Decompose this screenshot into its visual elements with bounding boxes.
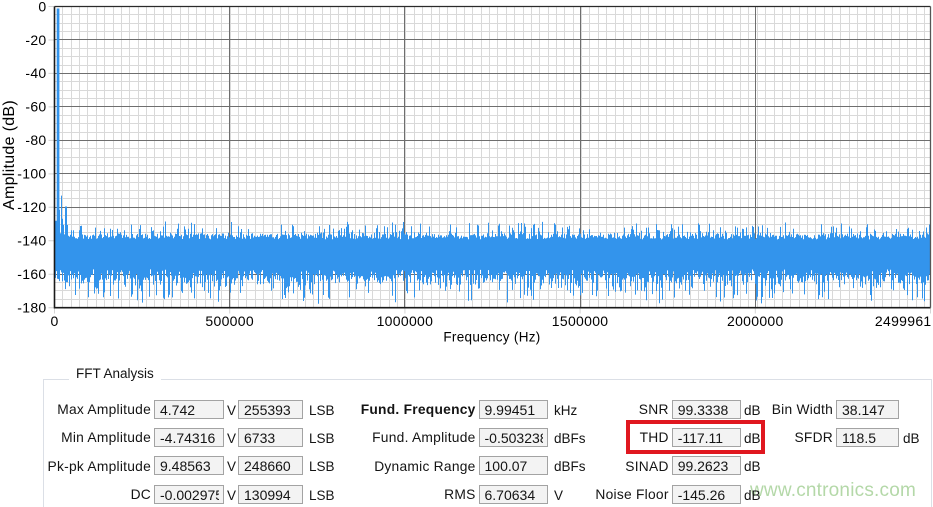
svg-text:Frequency (Hz): Frequency (Hz) (443, 330, 540, 345)
svg-text:0: 0 (50, 313, 58, 329)
svg-text:Amplitude (dB): Amplitude (dB) (1, 100, 18, 210)
svg-text:-140: -140 (17, 233, 46, 249)
svg-text:0: 0 (38, 0, 46, 14)
svg-text:-80: -80 (25, 132, 46, 148)
svg-text:1500000: 1500000 (552, 313, 609, 329)
svg-text:1000000: 1000000 (377, 313, 434, 329)
svg-text:-60: -60 (25, 99, 46, 115)
svg-text:-20: -20 (25, 32, 46, 48)
svg-text:500000: 500000 (205, 313, 254, 329)
svg-text:-120: -120 (17, 199, 46, 215)
svg-text:-180: -180 (17, 300, 46, 316)
svg-text:2000000: 2000000 (727, 313, 784, 329)
svg-text:-40: -40 (25, 65, 46, 81)
svg-text:-160: -160 (17, 266, 46, 282)
svg-text:2499961: 2499961 (875, 313, 932, 329)
svg-text:-100: -100 (17, 166, 46, 182)
